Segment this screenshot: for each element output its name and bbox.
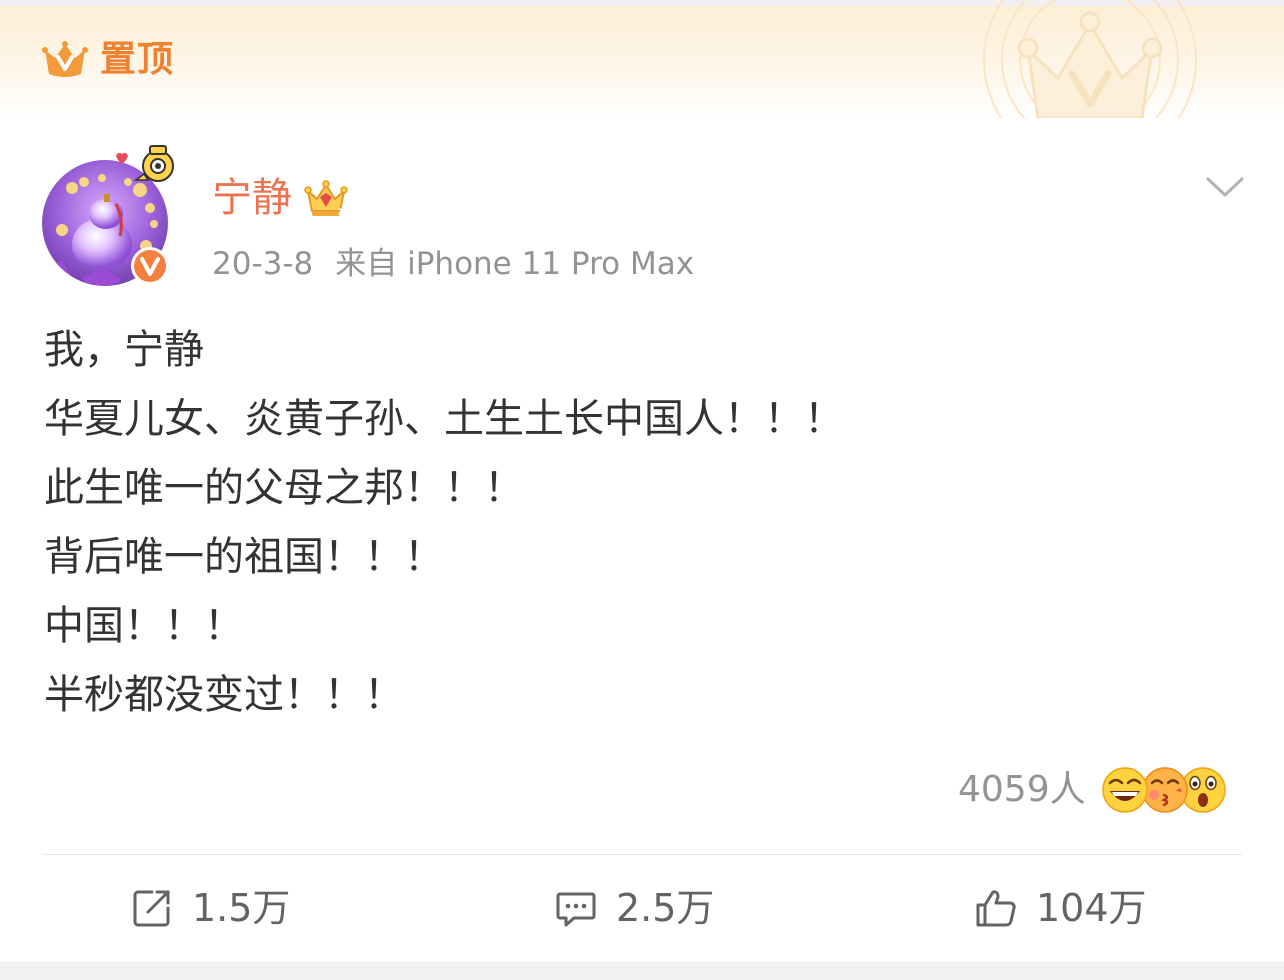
post-meta: 20-3-8 来自 iPhone 11 Pro Max (212, 244, 694, 284)
svg-text:7: 7 (337, 208, 343, 218)
repost-button[interactable]: 1.5万 (130, 870, 290, 946)
author-row: 宁静 7 (212, 172, 348, 224)
post-line: 此生唯一的父母之邦！！！ (44, 465, 524, 511)
comment-icon (556, 892, 596, 927)
reaction-count: 4059人 (958, 769, 1086, 810)
like-button[interactable]: 104万 (974, 870, 1147, 946)
pinned-banner: 置顶 (0, 0, 1284, 118)
post-line: 半秒都没变过！！！ (44, 672, 404, 718)
pinned-badge: 置顶 (42, 40, 174, 80)
post-line: 我，宁静 (44, 327, 204, 373)
post-line: 中国！！！ (44, 603, 244, 649)
pinned-label: 置顶 (100, 39, 175, 80)
vip-crown-icon[interactable]: 7 (304, 177, 348, 219)
comment-count: 2.5万 (616, 886, 715, 930)
chevron-down-icon[interactable] (1204, 172, 1246, 202)
bottom-separator (0, 962, 1284, 980)
divider (42, 854, 1242, 855)
repost-icon (133, 890, 170, 927)
post-line: 背后唯一的祖国！！！ (44, 534, 444, 580)
verified-v-badge-icon (131, 247, 169, 285)
repost-count: 1.5万 (192, 886, 291, 930)
action-bar: 1.5万 2.5万 104万 (0, 870, 1284, 946)
post-date: 20-3-8 (212, 246, 314, 282)
reaction-icons (1100, 765, 1228, 815)
post-line: 华夏儿女、炎黄子孙、土生土长中国人！！！ (44, 396, 844, 442)
post-source: 来自 iPhone 11 Pro Max (335, 246, 695, 282)
crown-watermark-icon (983, 0, 1197, 118)
like-count: 104万 (1036, 886, 1147, 930)
thumbs-up-icon (976, 890, 1016, 927)
laughing-face-icon (1101, 767, 1148, 813)
post-text: 我，宁静 华夏儿女、炎黄子孙、土生土长中国人！！！ 此生唯一的父母之邦！！！ 背… (44, 316, 1244, 730)
reactions-summary[interactable]: 4059人 (958, 764, 1228, 816)
author-name[interactable]: 宁静 (212, 172, 292, 224)
avatar-pendant-icon (116, 145, 174, 182)
comment-button[interactable]: 2.5万 (554, 870, 714, 946)
crown-v-icon (42, 41, 88, 77)
